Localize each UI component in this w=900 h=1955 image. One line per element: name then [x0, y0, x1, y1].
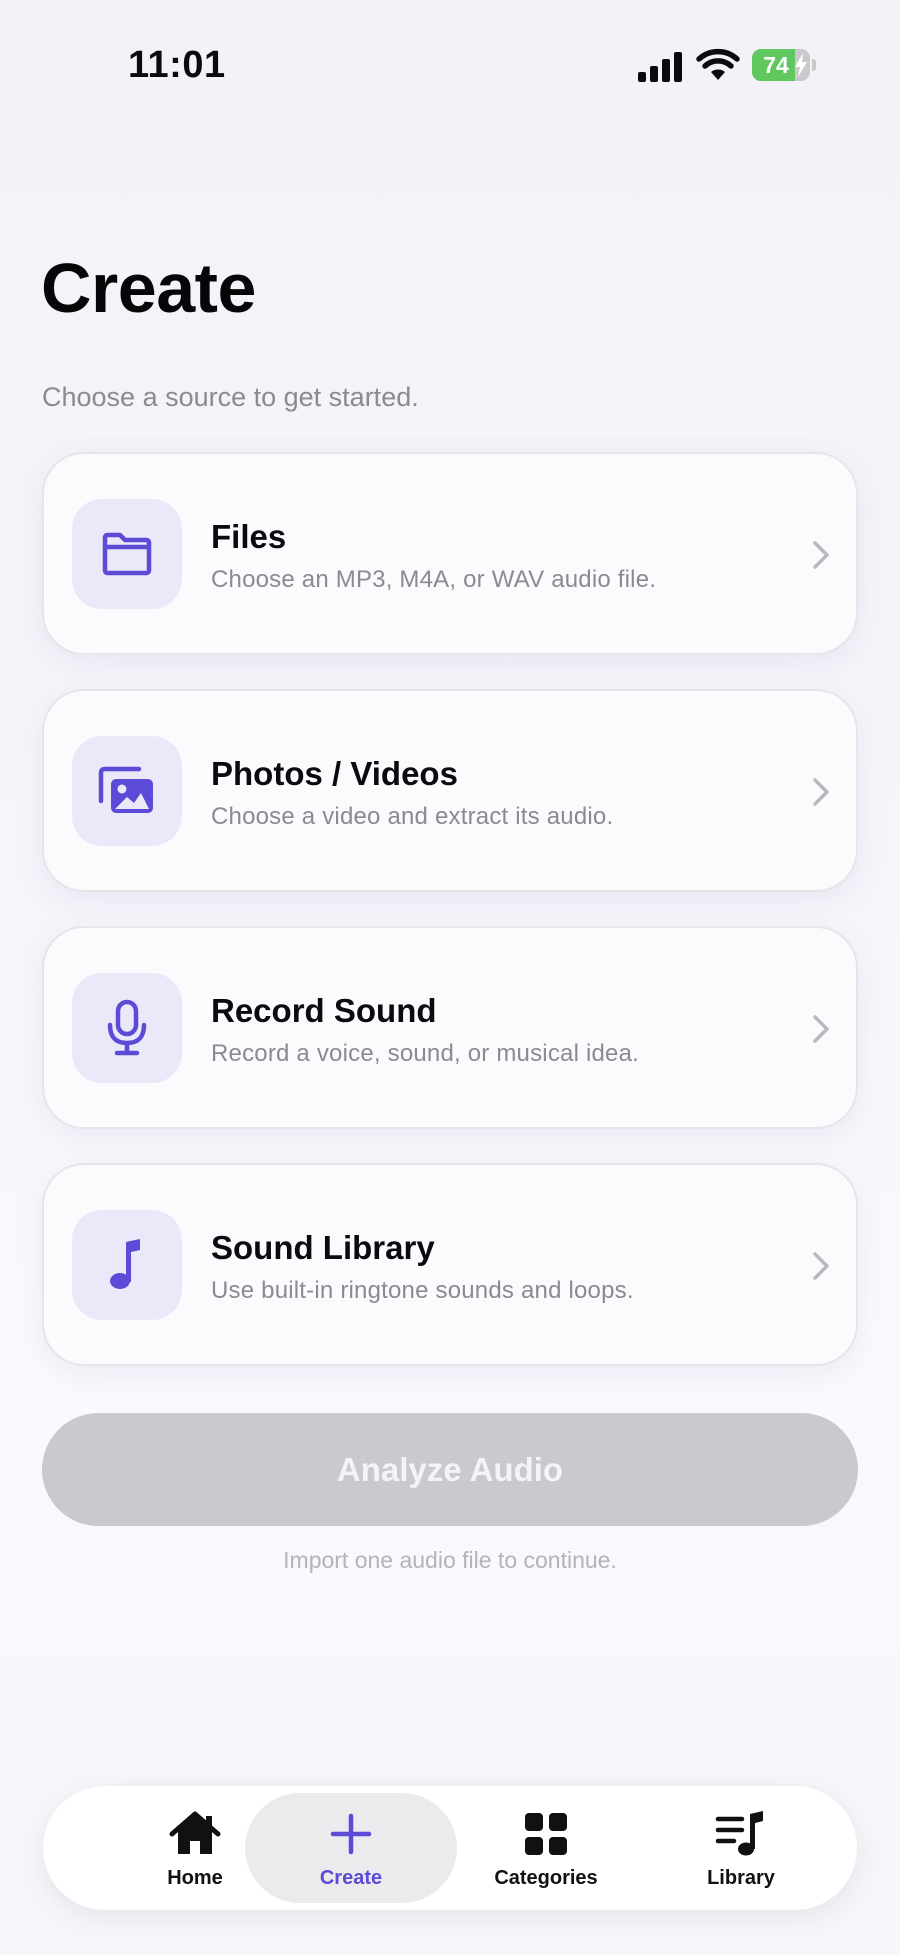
card-description: Choose an MP3, M4A, or WAV audio file.: [211, 566, 657, 593]
tab-bar: Home Create Categories Library: [43, 1786, 857, 1910]
chevron-right-icon: [813, 1015, 829, 1043]
charging-bolt-icon: [795, 53, 807, 77]
tab-create[interactable]: Create: [245, 1793, 457, 1903]
folder-icon: [102, 532, 152, 576]
signal-icon: [638, 52, 682, 82]
tab-label: Create: [319, 1867, 383, 1889]
analyze-hint: Import one audio file to continue.: [283, 1547, 617, 1573]
chevron-right-icon: [813, 778, 829, 806]
plus-icon: [330, 1813, 372, 1855]
grid-icon: [525, 1813, 567, 1855]
home-icon: [169, 1811, 221, 1854]
folder-icon-box: [72, 499, 182, 609]
microphone-icon-box: [72, 973, 182, 1083]
battery-icon: 74: [752, 49, 816, 81]
tab-categories[interactable]: Categories: [440, 1793, 652, 1903]
analyze-audio-button[interactable]: Analyze Audio: [42, 1413, 858, 1526]
card-title: Record Sound: [211, 992, 437, 1029]
photos-icon: [98, 766, 153, 813]
chevron-right-icon: [813, 1252, 829, 1280]
card-title: Files: [211, 518, 287, 555]
chevron-right-icon: [813, 541, 829, 569]
source-card-files[interactable]: Files Choose an MP3, M4A, or WAV audio f…: [42, 452, 858, 655]
card-description: Choose a video and extract its audio.: [211, 803, 614, 830]
tab-library[interactable]: Library: [635, 1793, 847, 1903]
source-card-photos-videos[interactable]: Photos / Videos Choose a video and extra…: [42, 689, 858, 892]
wifi-icon: [696, 48, 740, 80]
page-title: Create: [41, 249, 256, 327]
microphone-icon: [107, 999, 147, 1056]
photos-icon-box: [72, 736, 182, 846]
source-card-sound-library[interactable]: Sound Library Use built-in ringtone soun…: [42, 1163, 858, 1366]
tab-label: Home: [167, 1867, 223, 1889]
card-description: Record a voice, sound, or musical idea.: [211, 1040, 640, 1067]
page-subtitle: Choose a source to get started.: [42, 382, 419, 412]
status-time: 11:01: [128, 44, 226, 86]
status-bar: 11:01 74: [0, 0, 900, 130]
card-description: Use built-in ringtone sounds and loops.: [211, 1277, 634, 1304]
music-note-icon: [110, 1239, 140, 1289]
source-card-record-sound[interactable]: Record Sound Record a voice, sound, or m…: [42, 926, 858, 1129]
tab-label: Categories: [494, 1867, 598, 1889]
music-note-icon-box: [72, 1210, 182, 1320]
battery-level: 74: [763, 51, 789, 78]
card-title: Sound Library: [211, 1229, 435, 1266]
tab-label: Library: [707, 1867, 775, 1889]
music-list-icon: [715, 1811, 763, 1856]
card-title: Photos / Videos: [211, 755, 458, 792]
